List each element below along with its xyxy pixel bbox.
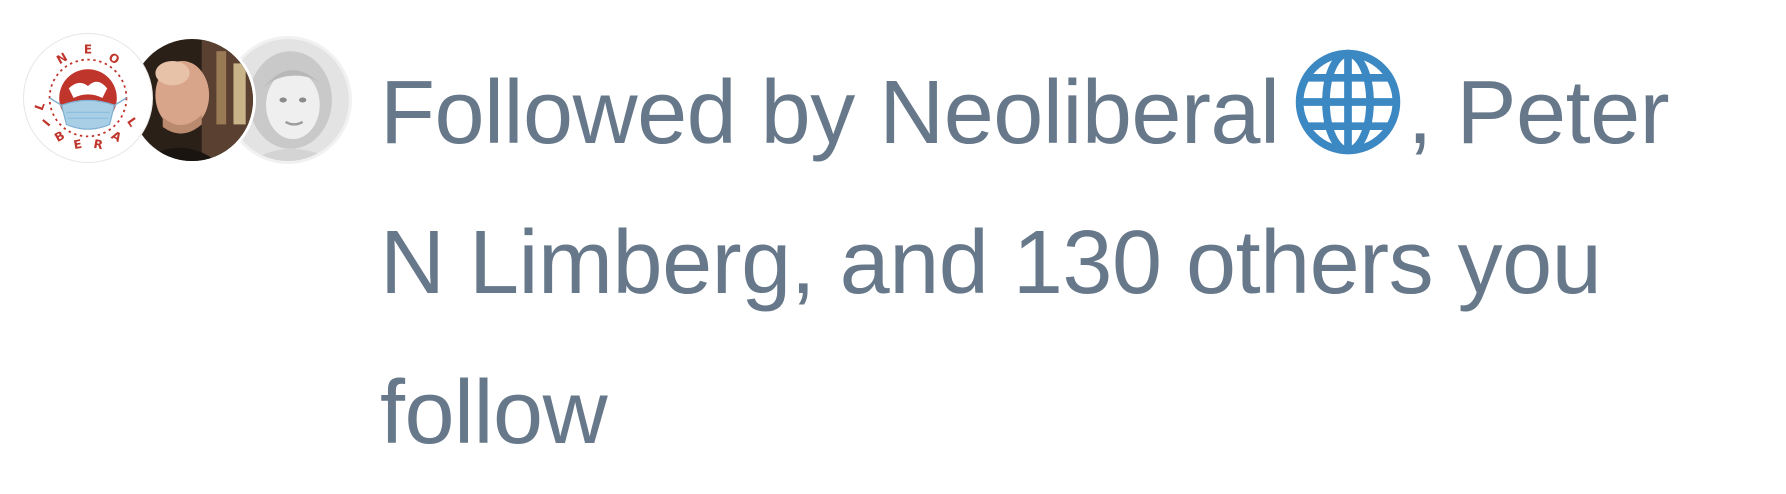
others-suffix: others you	[1161, 213, 1602, 313]
globe-icon	[1293, 47, 1403, 157]
followed-by-trailing: follow	[380, 363, 608, 463]
avatar-neoliberal[interactable]: N E O L I B E R A L	[24, 34, 152, 162]
followed-by-line-3: follow	[380, 338, 1780, 488]
follower-name-peter-part2[interactable]: N Limberg	[380, 213, 791, 313]
followed-by-line-2: N Limberg, and 130 others you	[380, 188, 1780, 338]
followed-by-prefix: Followed by	[380, 63, 880, 163]
name-separator: ,	[1407, 63, 1457, 163]
svg-text:E: E	[84, 43, 92, 57]
follower-name-peter-part1[interactable]: Peter	[1457, 63, 1670, 163]
followed-by-conjunction: , and	[790, 213, 1013, 313]
follower-avatars[interactable]: N E O L I B E R A L	[24, 34, 352, 166]
follower-name-neoliberal[interactable]: Neoliberal	[879, 63, 1280, 163]
followed-by-text[interactable]: Followed by Neoliberal, Peter N Limberg,…	[380, 38, 1780, 488]
followed-by-line-1: Followed by Neoliberal, Peter	[380, 38, 1780, 188]
others-count: 130	[1012, 213, 1162, 313]
followed-by-section[interactable]: N E O L I B E R A L Followed by Neoliber…	[0, 0, 1786, 494]
neoliberal-logo-image: N E O L I B E R A L	[28, 38, 148, 158]
